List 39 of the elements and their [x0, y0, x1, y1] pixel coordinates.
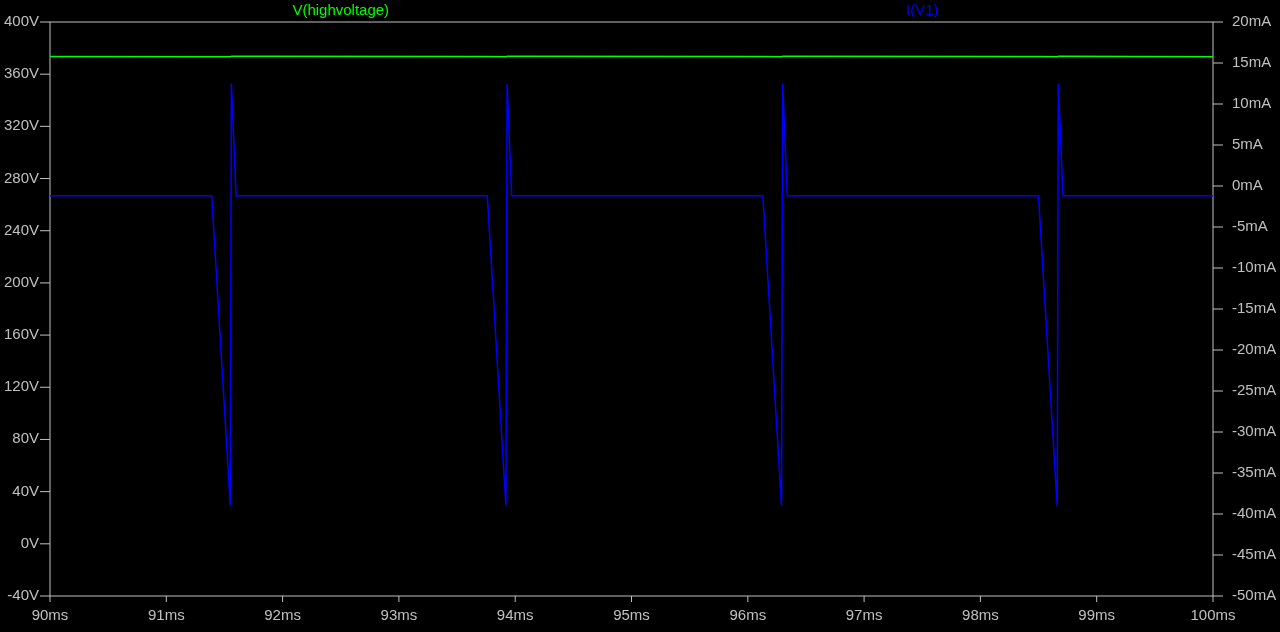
y-axis-tick-label: -5mA	[1232, 216, 1268, 234]
x-axis-tick-label: 96ms	[729, 605, 767, 623]
x-axis-tick-label: 94ms	[496, 605, 534, 623]
x-axis-tick-label: 100ms	[1190, 605, 1236, 623]
y-axis-tick-label: -15mA	[1232, 298, 1277, 316]
x-axis-tick-label: 90ms	[31, 605, 69, 623]
y-axis-tick-label: -30mA	[1232, 421, 1277, 439]
x-axis-tick-label: 97ms	[845, 605, 883, 623]
y-axis-tick-label: 320V	[3, 116, 39, 134]
y-axis-tick-label: -25mA	[1232, 380, 1277, 398]
y-axis-tick-label: -10mA	[1232, 257, 1277, 275]
x-axis-tick-label: 91ms	[147, 605, 185, 623]
y-axis-tick-label: 0V	[20, 533, 39, 551]
y-axis-tick-label: 5mA	[1232, 134, 1263, 152]
y-axis-tick-label: 80V	[12, 429, 39, 447]
trace-legend-label[interactable]: V(highvoltage)	[292, 0, 390, 18]
y-axis-tick-label: -40V	[7, 585, 39, 603]
x-axis-tick-label: 92ms	[264, 605, 301, 623]
y-axis-tick-label: 10mA	[1232, 93, 1272, 111]
y-axis-tick-label: -50mA	[1232, 585, 1277, 603]
x-axis-tick-label: 93ms	[380, 605, 418, 623]
y-axis-tick-label: 0mA	[1232, 175, 1263, 193]
y-axis-tick-label: 280V	[3, 168, 39, 186]
x-axis-tick-label: 98ms	[962, 605, 999, 623]
y-axis-tick-label: -35mA	[1232, 462, 1277, 480]
y-axis-tick-label: -20mA	[1232, 339, 1277, 357]
y-axis-tick-label: 200V	[3, 272, 39, 290]
y-axis-tick-label: 120V	[3, 377, 39, 395]
y-axis-tick-label: 400V	[3, 11, 39, 29]
y-axis-tick-label: -40mA	[1232, 503, 1277, 521]
y-axis-tick-label: -45mA	[1232, 544, 1277, 562]
y-axis-tick-label: 20mA	[1232, 11, 1272, 29]
x-axis-tick-label: 99ms	[1078, 605, 1116, 623]
x-axis-tick-label: 95ms	[613, 605, 650, 623]
y-axis-tick-label: 240V	[3, 220, 39, 238]
y-axis-tick-label: 40V	[12, 481, 39, 499]
y-axis-tick-label: 15mA	[1232, 52, 1272, 70]
y-axis-tick-label: 360V	[3, 64, 39, 82]
y-axis-tick-label: 160V	[3, 325, 39, 343]
